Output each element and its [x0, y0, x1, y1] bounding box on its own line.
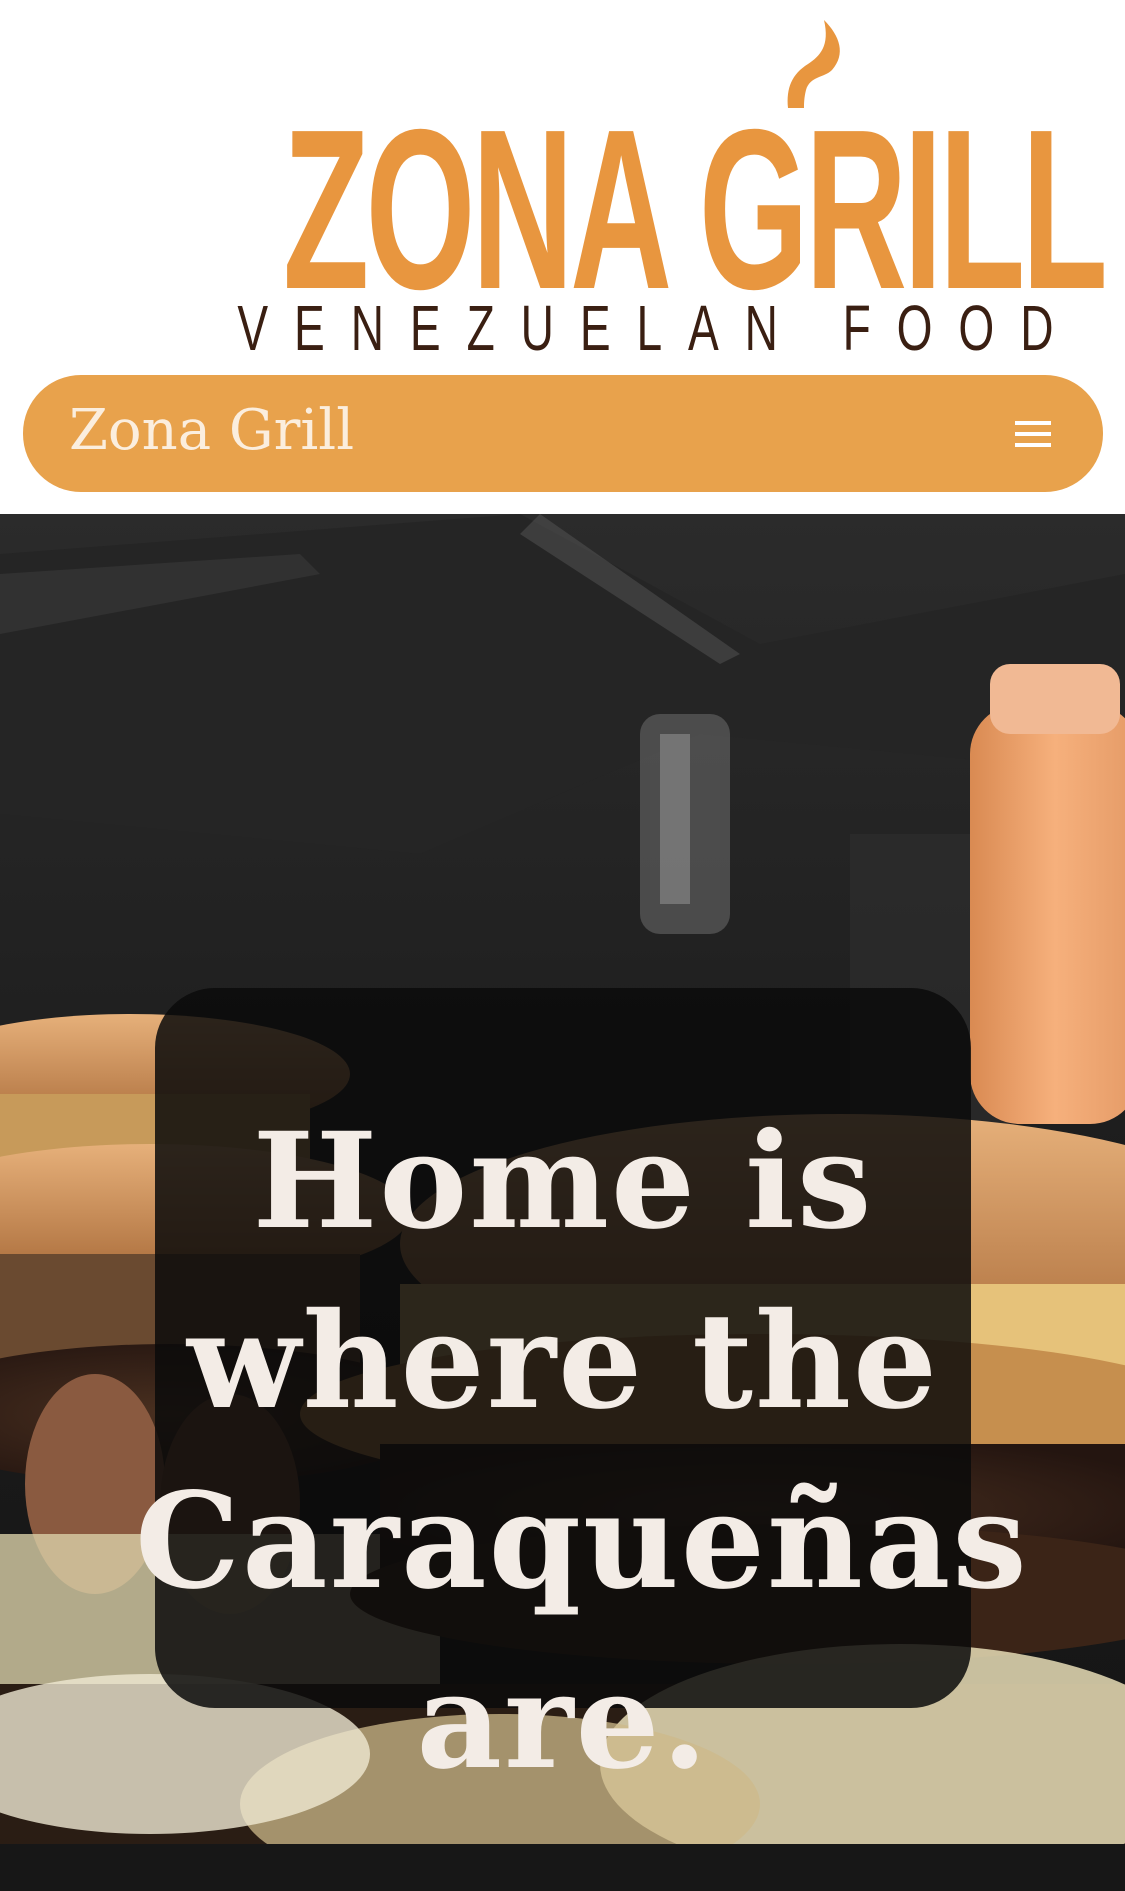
logo-subtitle: VENEZUELAN FOOD	[237, 292, 1080, 364]
logo-title: ZONA GRILL	[282, 83, 1108, 337]
navbar: Zona Grill	[23, 375, 1103, 492]
hero-headline: Home is where the Caraqueñas are.	[135, 1104, 1029, 1800]
hamburger-menu-icon	[1015, 421, 1051, 447]
hero-section: Home is where the Caraqueñas are.	[0, 514, 1125, 1891]
site-header: ZONA GRILL VENEZUELAN FOOD Zona Grill	[0, 0, 1125, 514]
page: ZONA GRILL VENEZUELAN FOOD Zona Grill Ho…	[0, 0, 1125, 1891]
zona-grill-logo[interactable]: ZONA GRILL VENEZUELAN FOOD	[110, 18, 1108, 364]
navbar-toggle-button[interactable]	[1003, 407, 1063, 461]
navbar-brand-link[interactable]: Zona Grill	[69, 395, 354, 468]
